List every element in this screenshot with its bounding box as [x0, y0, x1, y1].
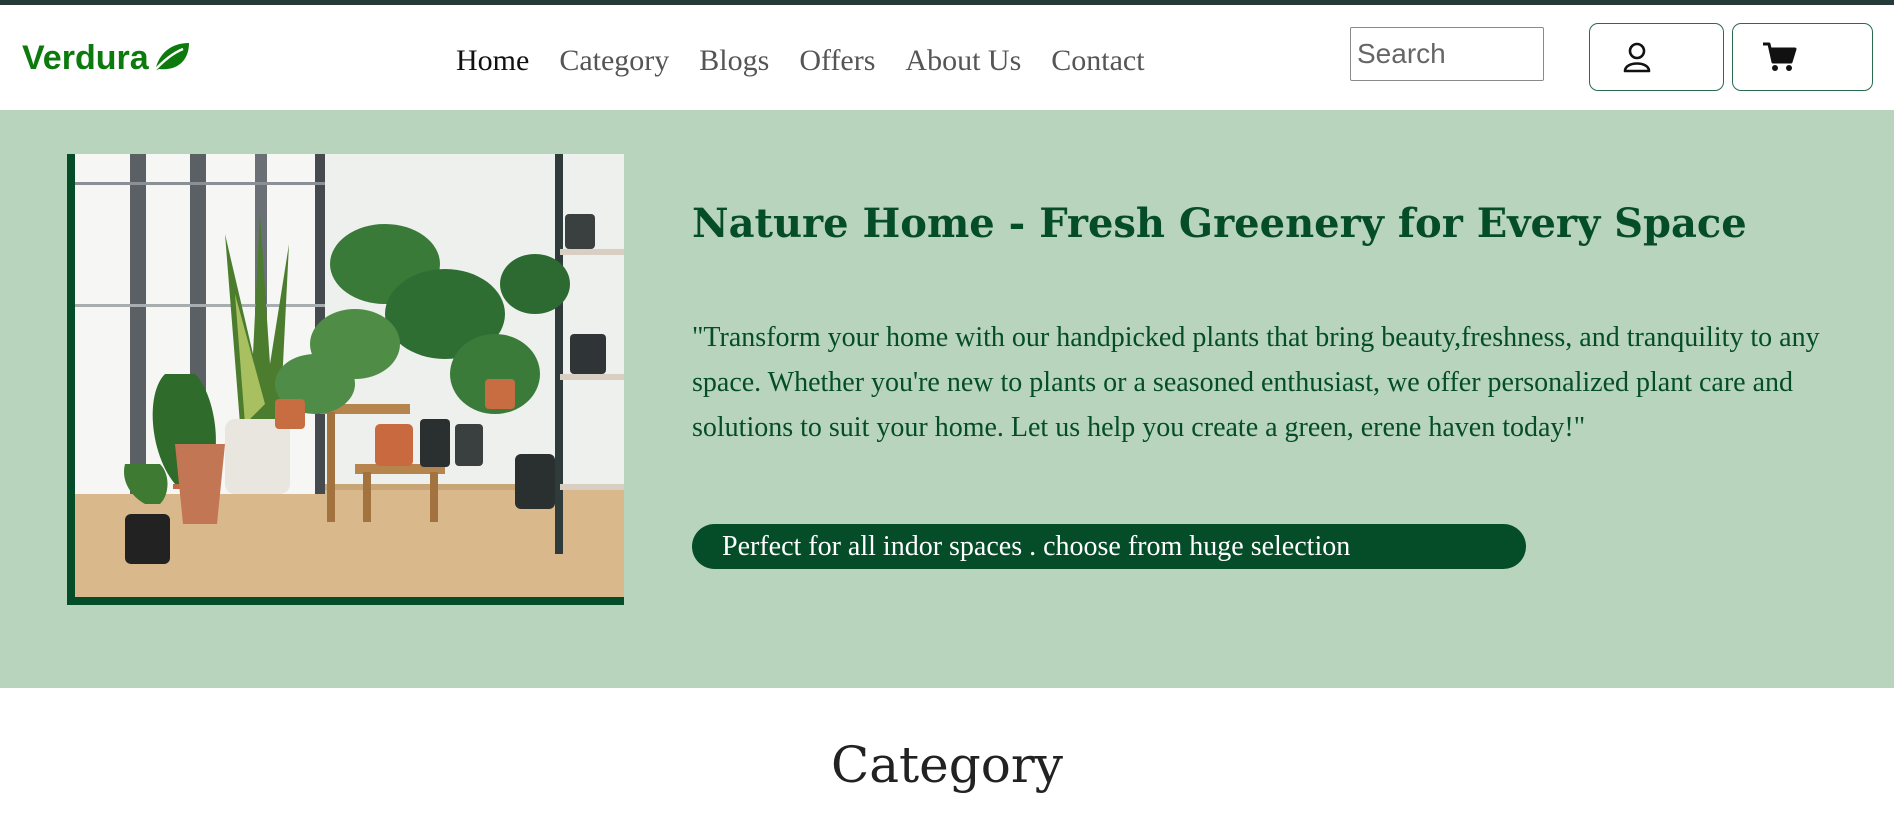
hero-section: Nature Home - Fresh Greenery for Every S… — [0, 110, 1894, 688]
hero-title: Nature Home - Fresh Greenery for Every S… — [692, 200, 1747, 247]
hero-description: "Transform your home with our handpicked… — [692, 322, 1820, 443]
brand-logo[interactable]: Verdura — [22, 39, 191, 78]
leaf-icon — [151, 42, 189, 73]
nav-blogs[interactable]: Blogs — [699, 41, 769, 81]
search-input[interactable] — [1350, 27, 1544, 81]
brand-name: Verdura — [22, 39, 149, 77]
nav-offers[interactable]: Offers — [799, 41, 875, 81]
hero-badge: Perfect for all indor spaces . choose fr… — [692, 524, 1526, 569]
hero-plants-image — [75, 154, 624, 597]
nav-contact[interactable]: Contact — [1051, 41, 1144, 81]
cart-icon — [1762, 41, 1798, 73]
nav-category[interactable]: Category — [559, 41, 669, 81]
nav-about-us[interactable]: About Us — [905, 41, 1021, 81]
nav-links: Home Category Blogs Offers About Us Cont… — [456, 41, 1175, 81]
nav-home[interactable]: Home — [456, 41, 529, 81]
cart-button[interactable] — [1732, 23, 1873, 91]
account-button[interactable] — [1589, 23, 1724, 91]
hero-image-frame — [67, 154, 624, 605]
navbar: Verdura Home Category Blogs Offers About… — [0, 5, 1894, 110]
category-heading: Category — [830, 736, 1063, 794]
user-icon — [1622, 41, 1652, 73]
